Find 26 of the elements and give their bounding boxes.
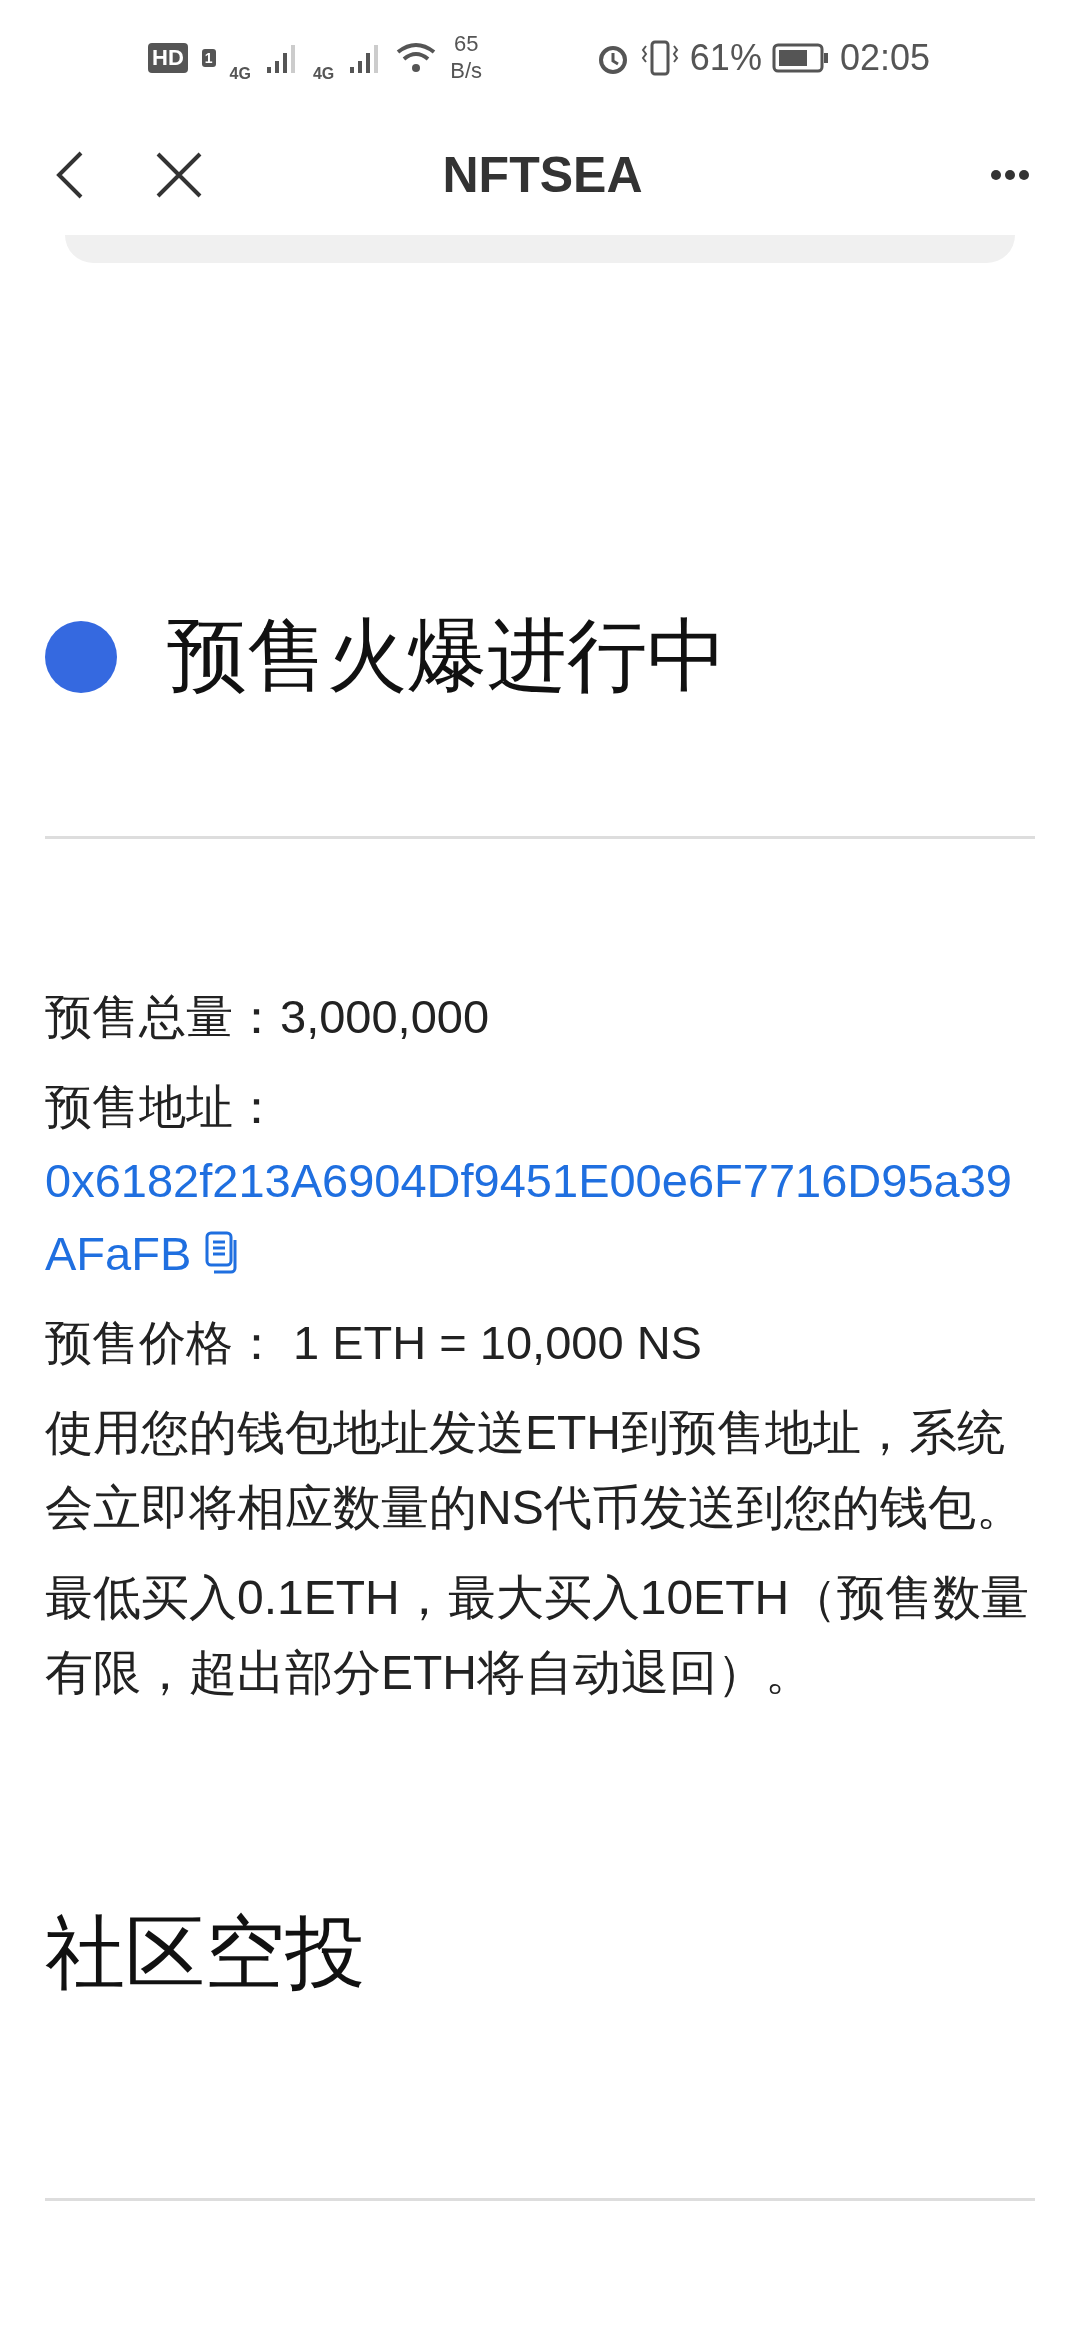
more-button[interactable]	[990, 169, 1030, 181]
price-text: 预售价格： 1 ETH = 10,000 NS	[45, 1315, 703, 1371]
info-paragraph: 使用您的钱包地址发送ETH到预售地址，系统会立即将相应数量的NS代币发送到您的钱包。	[45, 1405, 1025, 1536]
more-icon	[990, 169, 1030, 181]
section-heading: 社区空投	[45, 1907, 366, 1999]
total-supply-text: 预售总量：3,000,000	[45, 989, 491, 1045]
back-icon	[55, 150, 85, 200]
back-button[interactable]	[55, 150, 85, 200]
network-label: 4G	[312, 65, 335, 84]
hd-badge: HD	[148, 42, 188, 73]
network-label: 4G	[229, 65, 251, 84]
address-link[interactable]: 0x6182f213A6904Df9451E00e6F7716D95a39AFaFB	[45, 1144, 1035, 1290]
info-paragraph: 最低买入0.1ETH，最大买入10ETH（预售数量有限，超出部分ETH将自动退回）。	[45, 1570, 1031, 1701]
speed-value: 65	[453, 31, 479, 58]
battery-percent: 61%	[689, 36, 762, 79]
speed-unit: B/s	[450, 57, 483, 84]
address-label: 预售地址：	[45, 1079, 281, 1135]
wifi-icon	[396, 41, 437, 74]
clock-time: 02:05	[839, 36, 930, 79]
vibrate-icon	[639, 39, 680, 76]
close-icon	[155, 151, 203, 199]
close-button[interactable]	[155, 151, 203, 199]
section-heading: 预售火爆进行中	[167, 610, 727, 702]
sim-badge: 1	[201, 48, 216, 67]
page-title: NFTSEA	[442, 146, 643, 204]
battery-icon	[771, 42, 830, 73]
